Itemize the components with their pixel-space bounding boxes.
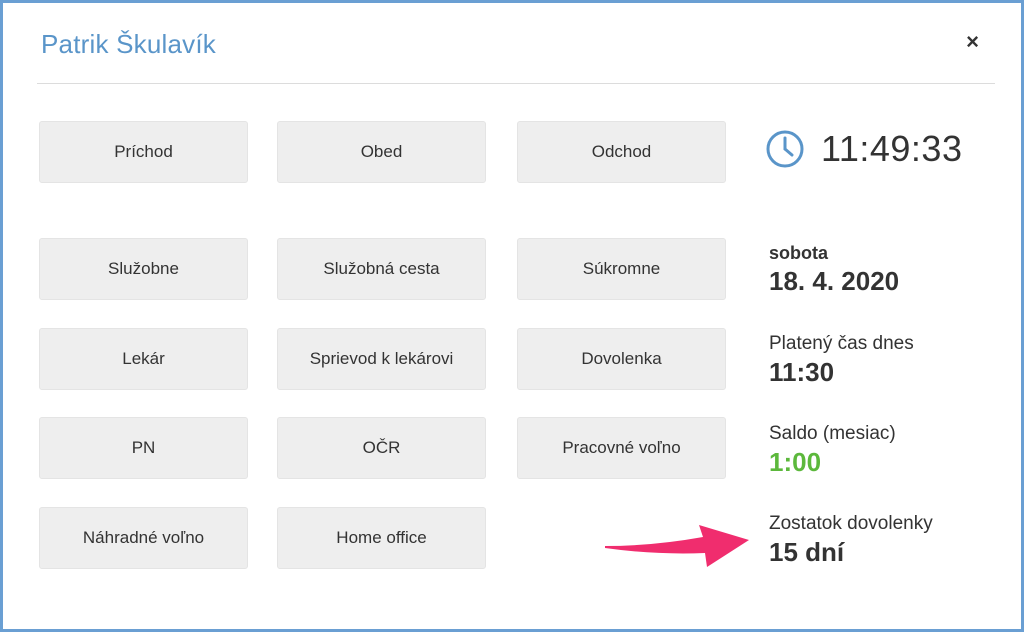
nahradne-volno-button[interactable]: Náhradné voľno <box>39 507 248 569</box>
dialog-title: Patrik Škulavík <box>41 29 216 59</box>
prichod-button[interactable]: Príchod <box>39 121 248 183</box>
paid-time-label: Platený čas dnes <box>769 333 914 354</box>
dialog-header: Patrik Škulavík × <box>37 3 995 84</box>
pn-button[interactable]: PN <box>39 417 248 479</box>
balance-value: 1:00 <box>769 447 822 477</box>
sukromne-button[interactable]: Súkromne <box>517 238 726 300</box>
clock-time: 11:49:33 <box>821 128 963 169</box>
dovolenka-button[interactable]: Dovolenka <box>517 328 726 390</box>
weekday-label: sobota <box>769 243 829 263</box>
balance-block: Saldo (mesiac) 1:00 <box>769 423 896 478</box>
pracovne-volno-button[interactable]: Pracovné voľno <box>517 417 726 479</box>
clock-icon <box>766 130 804 168</box>
lekar-button[interactable]: Lekár <box>39 328 248 390</box>
balance-label: Saldo (mesiac) <box>769 423 896 444</box>
vacation-value: 15 dní <box>769 537 845 567</box>
clock: 11:49:33 <box>765 128 962 170</box>
sluzobna-cesta-button[interactable]: Služobná cesta <box>277 238 486 300</box>
ocr-button[interactable]: OČR <box>277 417 486 479</box>
sprievod-button[interactable]: Sprievod k lekárovi <box>277 328 486 390</box>
vacation-block: Zostatok dovolenky 15 dní <box>769 513 933 568</box>
paid-time-value: 11:30 <box>769 357 835 387</box>
close-button[interactable]: × <box>966 31 979 53</box>
attendance-dialog: Patrik Škulavík × Príchod Obed Odchod Sl… <box>0 0 1024 632</box>
date-value: 18. 4. 2020 <box>769 266 900 296</box>
date-block: sobota 18. 4. 2020 <box>769 243 899 297</box>
paid-time-block: Platený čas dnes 11:30 <box>769 333 914 388</box>
home-office-button[interactable]: Home office <box>277 507 486 569</box>
obed-button[interactable]: Obed <box>277 121 486 183</box>
vacation-label: Zostatok dovolenky <box>769 513 933 534</box>
odchod-button[interactable]: Odchod <box>517 121 726 183</box>
arrow-icon <box>605 525 749 567</box>
sluzobne-button[interactable]: Služobne <box>39 238 248 300</box>
